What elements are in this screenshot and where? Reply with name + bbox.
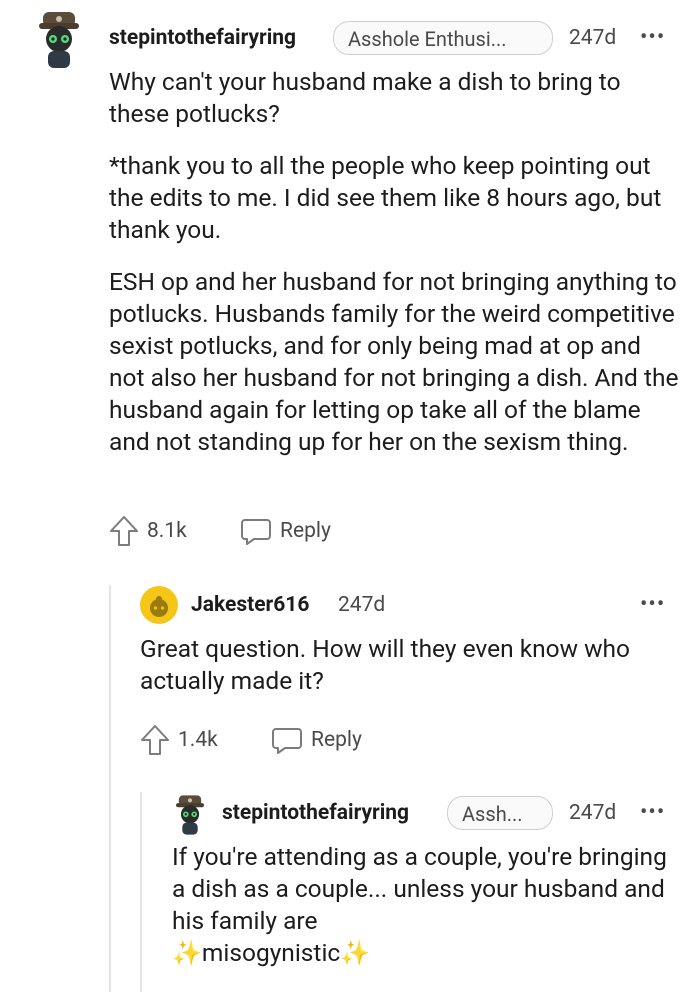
emphasis-text: misogynistic <box>201 938 341 967</box>
more-options-icon[interactable]: ••• <box>640 594 665 616</box>
upvote-count: 8.1k <box>147 519 187 543</box>
more-options-icon[interactable]: ••• <box>640 27 665 49</box>
upvote-button[interactable]: 1.4k <box>140 724 218 756</box>
comment-paragraph: *thank you to all the people who keep po… <box>109 151 662 244</box>
reply-label: Reply <box>311 728 362 752</box>
username[interactable]: stepintothefairyring <box>109 26 296 50</box>
user-flair: Asshole Enthusi... <box>333 21 553 55</box>
comment-body: Great question. How will they even know … <box>140 633 670 697</box>
avatar[interactable] <box>37 10 81 70</box>
reply-button[interactable]: Reply <box>271 724 362 756</box>
comment-body: Why can't your husband make a dish to br… <box>109 66 679 458</box>
comment-age: 247d <box>569 26 617 50</box>
sparkles-icon: ✨ <box>172 939 202 967</box>
comment-body: If you're attending as a couple, you're … <box>172 841 672 969</box>
upvote-button[interactable]: 8.1k <box>109 515 187 547</box>
username[interactable]: Jakester616 <box>191 593 309 617</box>
comment-paragraph: Why can't your husband make a dish to br… <box>109 67 621 128</box>
comment-paragraph: If you're attending as a couple, you're … <box>172 841 672 969</box>
user-flair: Assh... <box>447 796 553 830</box>
comment-paragraph: Great question. How will they even know … <box>140 634 630 695</box>
speech-bubble-icon <box>271 724 303 756</box>
comment-age: 247d <box>338 593 386 617</box>
reply-button[interactable]: Reply <box>240 515 331 547</box>
thread-line[interactable] <box>140 792 142 992</box>
upvote-count: 1.4k <box>178 728 218 752</box>
avatar[interactable] <box>174 794 206 836</box>
sparkles-icon: ✨ <box>340 939 371 967</box>
upvote-arrow-icon <box>140 724 170 756</box>
thread-line[interactable] <box>109 585 111 992</box>
upvote-arrow-icon <box>109 515 139 547</box>
comment-text: If you're attending as a couple, you're … <box>172 842 667 935</box>
speech-bubble-icon <box>240 515 272 547</box>
comment-age: 247d <box>569 801 617 825</box>
avatar[interactable] <box>140 586 178 624</box>
reply-label: Reply <box>280 519 331 543</box>
comment-paragraph: ESH op and her husband for not bringing … <box>109 267 679 456</box>
more-options-icon[interactable]: ••• <box>640 802 665 824</box>
username[interactable]: stepintothefairyring <box>222 801 409 825</box>
